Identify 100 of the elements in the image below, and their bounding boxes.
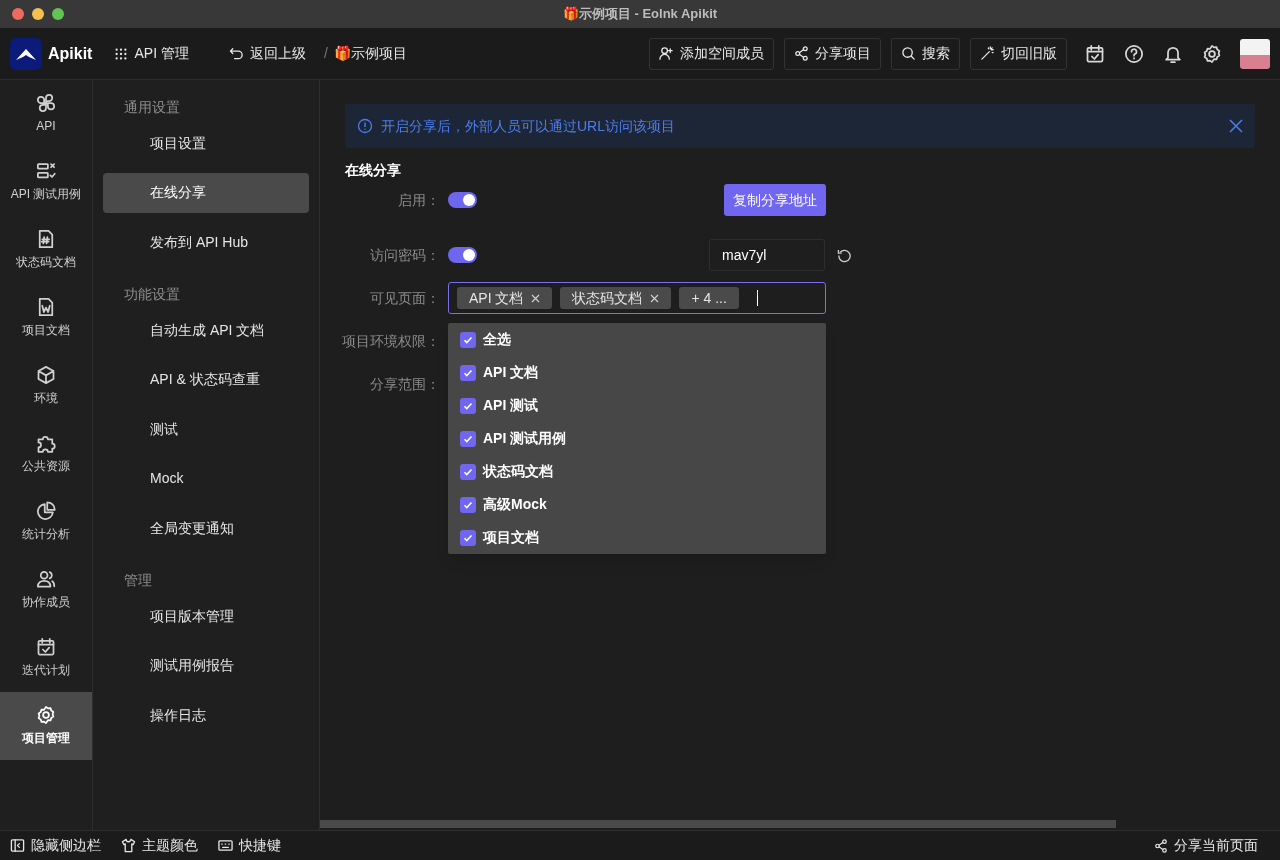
checkmark-icon bbox=[463, 532, 473, 543]
dropdown-option[interactable]: API 测试用例 bbox=[448, 422, 826, 455]
remove-tag-icon[interactable] bbox=[650, 293, 660, 303]
selected-tag: 状态码文档 bbox=[560, 287, 672, 309]
calendar-icon[interactable] bbox=[1085, 43, 1105, 64]
dropdown-option[interactable]: API 文档 bbox=[448, 356, 826, 389]
checkbox[interactable] bbox=[460, 496, 476, 513]
minimize-window-button[interactable] bbox=[32, 8, 44, 20]
dropdown-option[interactable]: 项目文档 bbox=[448, 521, 826, 554]
user-avatar[interactable] bbox=[1240, 38, 1270, 69]
undo-icon bbox=[228, 46, 244, 61]
refresh-icon[interactable] bbox=[837, 247, 852, 263]
toggle-switch[interactable] bbox=[448, 192, 477, 208]
dropdown-option[interactable]: 全选 bbox=[448, 323, 826, 356]
checklist-icon bbox=[36, 161, 56, 181]
checkbox[interactable] bbox=[460, 430, 476, 447]
add-user-icon bbox=[659, 46, 674, 61]
checkbox[interactable] bbox=[460, 397, 476, 414]
nav-item[interactable]: 协作成员 bbox=[0, 556, 92, 624]
settings-menu-item[interactable]: 发布到 API Hub bbox=[103, 222, 309, 262]
calendar-icon bbox=[36, 637, 56, 657]
settings-menu-item[interactable]: 在线分享 bbox=[103, 172, 309, 213]
dropdown-option[interactable]: 高级Mock bbox=[448, 488, 826, 521]
project-breadcrumb: 🎁示例项目 bbox=[333, 44, 407, 63]
settings-icon bbox=[36, 705, 56, 725]
keyboard-icon bbox=[218, 838, 233, 853]
sidebar-icon bbox=[10, 838, 25, 853]
nav-item[interactable]: 项目管理 bbox=[0, 692, 92, 760]
nav-item[interactable]: 迭代计划 bbox=[0, 624, 92, 692]
settings-menu-item[interactable]: 操作日志 bbox=[103, 695, 309, 735]
hash-document-icon bbox=[36, 229, 56, 249]
search-button[interactable]: 搜索 bbox=[891, 37, 960, 70]
settings-menu-item[interactable]: 测试用例报告 bbox=[103, 645, 309, 686]
logo-icon bbox=[10, 37, 42, 70]
settings-menu-item[interactable]: 全局变更通知 bbox=[103, 508, 309, 548]
nav-item[interactable]: 统计分析 bbox=[0, 488, 92, 556]
field-label: 项目环境权限： bbox=[341, 331, 440, 351]
checkmark-icon bbox=[463, 334, 473, 345]
settings-menu-item[interactable]: 项目版本管理 bbox=[103, 596, 309, 636]
settings-icon[interactable] bbox=[1202, 43, 1222, 64]
help-icon[interactable] bbox=[1124, 43, 1144, 64]
toolbar-button[interactable]: 分享项目 bbox=[784, 37, 881, 70]
search-icon bbox=[901, 46, 916, 61]
copy-link-button[interactable]: 复制分享地址 bbox=[724, 184, 826, 216]
info-icon bbox=[357, 118, 373, 134]
checkmark-icon bbox=[463, 499, 473, 510]
checkbox[interactable] bbox=[460, 463, 476, 480]
back-button[interactable]: 返回上级 bbox=[228, 43, 306, 64]
scrollbar[interactable] bbox=[320, 820, 1116, 828]
toolbar-button[interactable]: 切回旧版 bbox=[970, 37, 1067, 70]
menu-heading: 通用设置 bbox=[124, 98, 180, 117]
checkmark-icon bbox=[463, 400, 473, 411]
nav-item[interactable]: API bbox=[0, 80, 92, 148]
users-icon bbox=[36, 569, 56, 589]
field-label: 分享范围： bbox=[369, 374, 440, 394]
close-icon[interactable] bbox=[1229, 119, 1243, 133]
toolbar-button[interactable]: 添加空间成员 bbox=[649, 37, 774, 70]
menu-heading: 管理 bbox=[124, 571, 152, 590]
nav-item[interactable]: API 测试用例 bbox=[0, 148, 92, 216]
share-page-button[interactable]: 分享当前页面 bbox=[1154, 835, 1258, 856]
nav-item[interactable]: 项目文档 bbox=[0, 284, 92, 352]
field-label: 启用： bbox=[397, 190, 440, 210]
checkmark-icon bbox=[463, 433, 473, 444]
info-message: 开启分享后，外部人员可以通过URL访问该项目 bbox=[381, 116, 675, 136]
text-cursor bbox=[756, 290, 758, 306]
password-field[interactable]: mav7yl bbox=[709, 239, 825, 271]
settings-menu-item[interactable]: 自动生成 API 文档 bbox=[103, 310, 309, 350]
checkbox[interactable] bbox=[460, 364, 476, 381]
bottom-bar-button[interactable]: 快捷键 bbox=[218, 835, 281, 856]
checkbox[interactable] bbox=[460, 331, 476, 348]
nav-item[interactable]: 环境 bbox=[0, 352, 92, 420]
nav-item[interactable]: 状态码文档 bbox=[0, 216, 92, 284]
multi-select-field[interactable]: API 文档 状态码文档 + 4 ... bbox=[448, 282, 826, 314]
close-window-button[interactable] bbox=[12, 8, 24, 20]
remove-tag-icon[interactable] bbox=[531, 293, 541, 303]
w-document-icon bbox=[36, 297, 56, 317]
settings-menu-item[interactable]: 项目设置 bbox=[103, 123, 309, 163]
bottom-bar-button[interactable]: 隐藏侧边栏 bbox=[10, 835, 101, 856]
dropdown-option[interactable]: API 测试 bbox=[448, 389, 826, 422]
pie-chart-icon bbox=[36, 501, 56, 521]
checkbox[interactable] bbox=[460, 529, 476, 546]
dropdown-option[interactable]: 状态码文档 bbox=[448, 455, 826, 488]
settings-menu-item[interactable]: API & 状态码查重 bbox=[103, 359, 309, 400]
selected-tag: API 文档 bbox=[457, 287, 553, 309]
menu-heading: 功能设置 bbox=[124, 285, 180, 304]
bottom-bar-button[interactable]: 主题颜色 bbox=[121, 835, 198, 856]
field-label: 访问密码： bbox=[369, 245, 440, 265]
magic-wand-icon bbox=[980, 46, 995, 61]
settings-menu-item[interactable]: Mock bbox=[103, 458, 309, 499]
checkmark-icon bbox=[463, 466, 473, 477]
breadcrumb-separator: / bbox=[323, 44, 328, 63]
shirt-icon bbox=[121, 838, 136, 853]
more-tags-counter: + 4 ... bbox=[679, 287, 739, 309]
nav-item[interactable]: 公共资源 bbox=[0, 420, 92, 488]
share-icon bbox=[1154, 838, 1168, 853]
app-menu-button[interactable]: API 管理 bbox=[114, 43, 189, 64]
settings-menu-item[interactable]: 测试 bbox=[103, 409, 309, 449]
zoom-window-button[interactable] bbox=[52, 8, 64, 20]
checkmark-icon bbox=[463, 367, 473, 378]
toggle-switch[interactable] bbox=[448, 247, 477, 263]
